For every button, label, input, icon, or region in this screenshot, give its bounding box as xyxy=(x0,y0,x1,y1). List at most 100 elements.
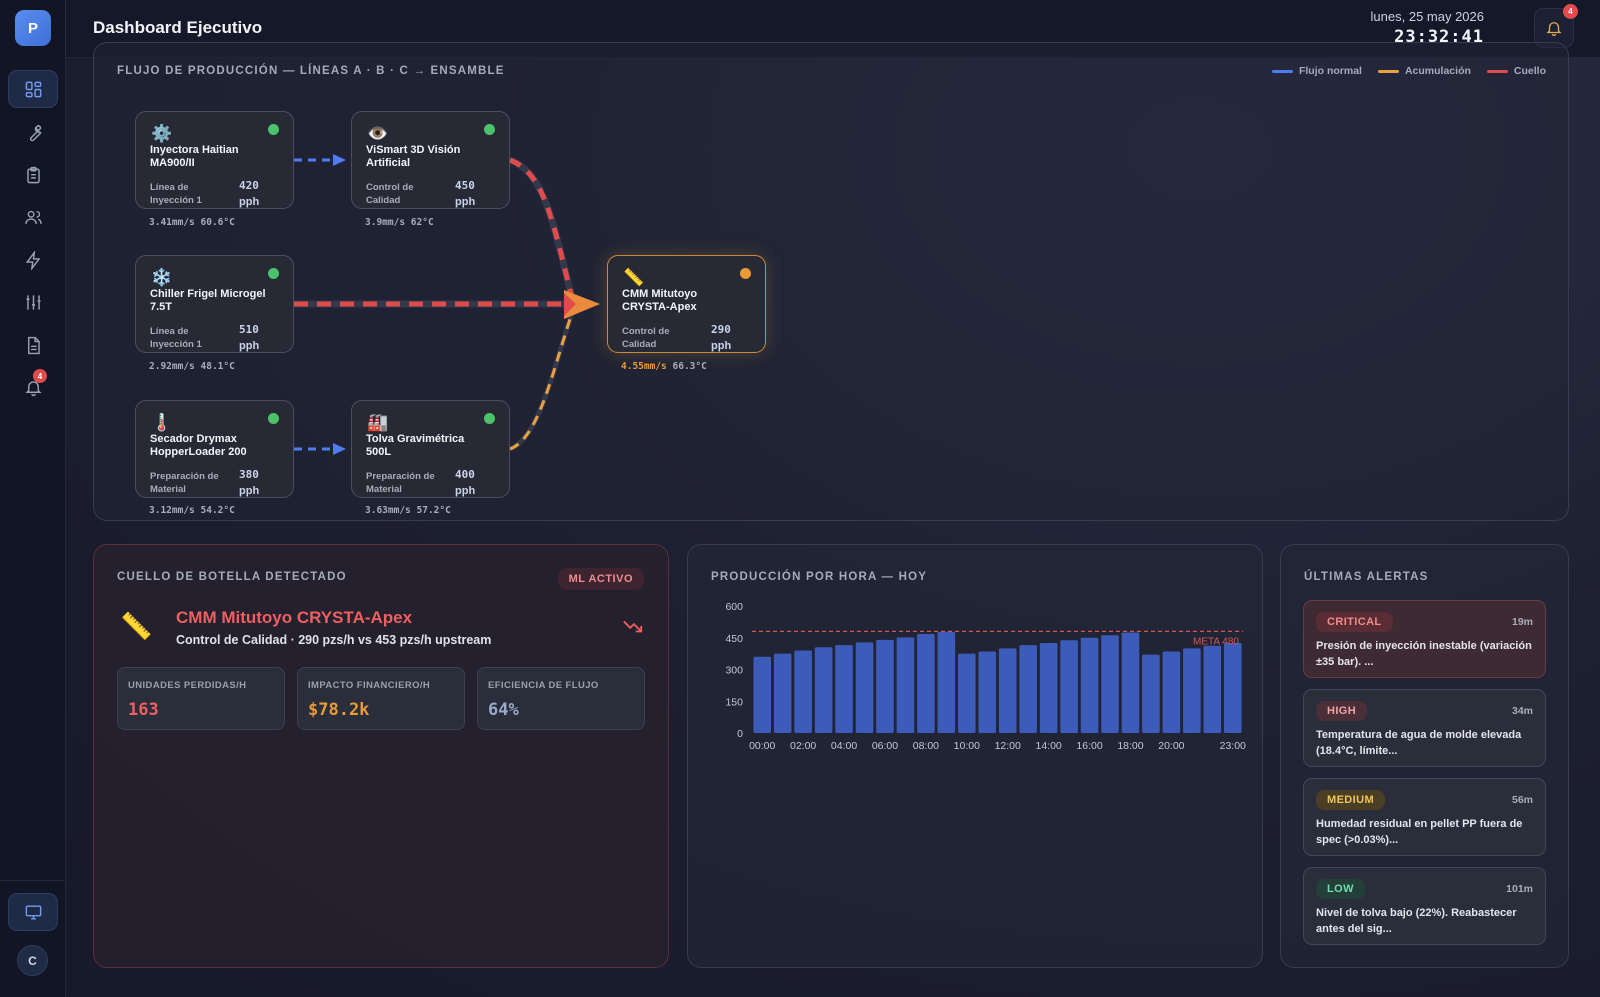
flow-arrow-icon xyxy=(333,154,346,166)
nav-settings[interactable] xyxy=(8,283,58,321)
stat-units-lost: UNIDADES PERDIDAS/H 163 xyxy=(117,667,285,730)
nav-alerts-badge: 4 xyxy=(33,369,47,383)
production-bar-chart: 0 150 300 450 600 META 480 00:00 02:00 04:00 06:0… xyxy=(725,601,1246,752)
nav-alerts[interactable]: 4 xyxy=(8,368,58,406)
node-name: Tolva Gravimétrica 500L xyxy=(366,433,465,458)
node-rate: 510 pph xyxy=(239,323,260,352)
alert-message: Humedad residual en pellet PP fuera de s… xyxy=(1316,818,1523,846)
chart-bar xyxy=(876,639,894,733)
severity-badge: MEDIUM xyxy=(1316,790,1386,810)
alert-item-high[interactable]: HIGH 34m Temperatura de agua de molde el… xyxy=(1303,689,1546,767)
chart-bar xyxy=(896,637,915,733)
users-icon xyxy=(24,210,42,224)
status-dot xyxy=(740,268,751,279)
node-name: Chiller Frigel Microgel 7.5T xyxy=(150,288,266,313)
x-tick-label: 02:00 xyxy=(790,740,816,752)
lightning-icon xyxy=(25,250,40,270)
legend-normal: Flujo normal xyxy=(1271,65,1362,77)
node-rate: 380 pph xyxy=(239,468,260,497)
x-tick-label: 04:00 xyxy=(831,740,857,752)
stat-label: EFICIENCIA DE FLUJO xyxy=(488,680,599,691)
nav-orders[interactable] xyxy=(8,156,58,194)
node-name: ViSmart 3D Visión Artificial xyxy=(366,144,461,169)
legend-label: Flujo normal xyxy=(1298,65,1362,77)
chart-bar xyxy=(1121,632,1140,733)
chart-bar xyxy=(794,650,812,733)
chart-bar xyxy=(1039,643,1058,733)
stat-value: $78.2k xyxy=(308,700,370,720)
nav-team[interactable] xyxy=(8,198,58,236)
monitor-icon xyxy=(25,904,41,920)
nav-dashboard[interactable] xyxy=(8,70,58,108)
chart-bar xyxy=(1019,645,1037,733)
machine-node-cmm[interactable]: 📏 CMM Mitutoyo CRYSTA-Apex Control de Ca… xyxy=(607,255,766,353)
chart-bar xyxy=(855,642,874,733)
x-tick-label: 20:00 xyxy=(1158,740,1184,752)
alert-time: 56m xyxy=(1511,794,1533,806)
nav-display-mode[interactable] xyxy=(8,893,58,931)
node-name: CMM Mitutoyo CRYSTA-Apex xyxy=(622,288,698,313)
machine-node-vismart[interactable]: 👁️ ViSmart 3D Visión Artificial Control … xyxy=(351,111,510,209)
status-dot xyxy=(268,124,279,135)
x-tick-label: 18:00 xyxy=(1117,740,1143,752)
alert-time: 101m xyxy=(1506,883,1533,895)
node-metrics: 4.55mm/s 66.3°C xyxy=(621,361,707,372)
chart-bar xyxy=(1162,651,1181,733)
machine-node-secador[interactable]: 🌡️ Secador Drymax HopperLoader 200 Prepa… xyxy=(135,400,294,498)
chart-bar xyxy=(814,647,833,733)
user-avatar[interactable]: C xyxy=(17,945,48,976)
flow-arrow-icon xyxy=(333,443,346,455)
node-metrics: 3.41mm/s 60.6°C xyxy=(149,217,235,228)
legend-label: Cuello xyxy=(1513,65,1546,77)
x-tick-label: 06:00 xyxy=(872,740,898,752)
x-tick-label: 14:00 xyxy=(1036,740,1062,752)
alerts-card: ÚLTIMAS ALERTAS CRITICAL 19m Presión de … xyxy=(1280,544,1569,968)
alert-time: 19m xyxy=(1511,616,1533,628)
flow-track xyxy=(508,156,576,299)
stat-flow-efficiency: EFICIENCIA DE FLUJO 64% xyxy=(477,667,645,730)
sliders-icon xyxy=(25,294,41,310)
node-type: Control de Calidad xyxy=(622,326,670,350)
status-dot xyxy=(484,413,495,424)
node-type: Preparación de Material xyxy=(150,471,219,495)
nav-energy[interactable] xyxy=(8,241,58,279)
node-metrics: 3.63mm/s 57.2°C xyxy=(365,505,451,516)
alert-time: 34m xyxy=(1511,705,1533,717)
alert-item-critical[interactable]: CRITICAL 19m Presión de inyección inesta… xyxy=(1303,600,1546,678)
thermometer-icon: 🌡️ xyxy=(151,413,173,432)
severity-badge: CRITICAL xyxy=(1316,612,1393,632)
machine-node-tolva[interactable]: 🏭 Tolva Gravimétrica 500L Preparación de… xyxy=(351,400,510,498)
machine-node-chiller[interactable]: ❄️ Chiller Frigel Microgel 7.5T Línea de… xyxy=(135,255,294,353)
stat-value: 163 xyxy=(128,700,159,720)
machine-node-inyectora[interactable]: ⚙️ Inyectora Haitian MA900/II Línea de I… xyxy=(135,111,294,209)
trend-down-icon xyxy=(623,620,643,633)
stat-financial-impact: IMPACTO FINANCIERO/H $78.2k xyxy=(297,667,465,730)
node-rate: 420 pph xyxy=(239,179,260,208)
production-flow-panel: FLUJO DE PRODUCCIÓN — LÍNEAS A · B · C →… xyxy=(93,42,1569,521)
chart-bar xyxy=(753,656,772,733)
app-logo[interactable]: P xyxy=(15,10,51,46)
alert-item-medium[interactable]: MEDIUM 56m Humedad residual en pellet PP… xyxy=(1303,778,1546,856)
x-tick-label: 23:00 xyxy=(1220,740,1246,752)
chart-bar xyxy=(1223,643,1242,733)
bottleneck-card: CUELLO DE BOTELLA DETECTADO ML ACTIVO 📏 … xyxy=(93,544,669,968)
nav-reports[interactable] xyxy=(8,326,58,364)
legend-swatch xyxy=(1271,69,1293,73)
alert-item-low[interactable]: LOW 101m Nivel de tolva bajo (22%). Reab… xyxy=(1303,867,1546,945)
x-tick-label: 10:00 xyxy=(954,740,980,752)
chart-bar xyxy=(1080,637,1099,733)
severity-badge: LOW xyxy=(1316,879,1365,899)
status-dot xyxy=(268,268,279,279)
chart-bar xyxy=(835,645,853,733)
legend-accumulation: Acumulación xyxy=(1377,65,1471,77)
chart-bar xyxy=(998,648,1017,733)
node-name: Inyectora Haitian MA900/II xyxy=(150,144,239,169)
node-metrics: 2.92mm/s 48.1°C xyxy=(149,361,235,372)
node-metrics: 3.9mm/s 62°C xyxy=(365,217,434,228)
node-rate: 450 pph xyxy=(455,179,476,208)
nav-maintenance[interactable] xyxy=(8,113,58,151)
chart-bar xyxy=(1183,648,1201,733)
x-tick-label: 08:00 xyxy=(913,740,939,752)
chart-bar xyxy=(917,633,935,733)
production-chart-card: PRODUCCIÓN POR HORA — HOY 0 150 300 450 600 M… xyxy=(687,544,1263,968)
